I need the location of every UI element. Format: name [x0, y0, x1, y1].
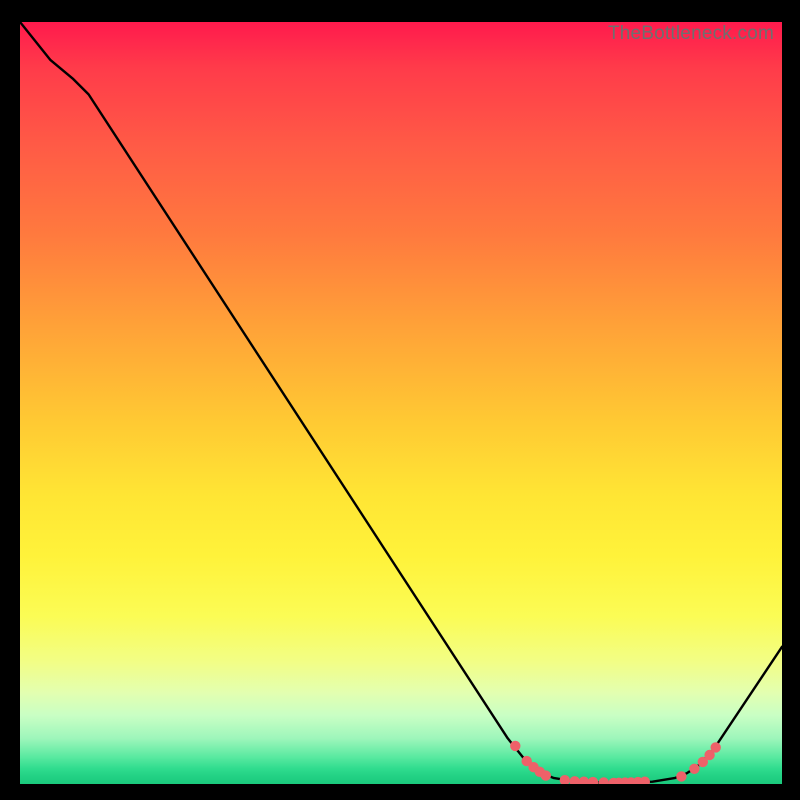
bottleneck-curve — [20, 22, 782, 783]
curve-marker — [640, 777, 650, 785]
curve-marker — [579, 777, 589, 785]
chart-svg — [20, 22, 782, 784]
curve-marker — [711, 742, 721, 752]
plot-area: TheBottleneck.com — [20, 22, 782, 784]
curve-marker — [541, 770, 551, 780]
curve-marker — [510, 741, 520, 751]
chart-frame: TheBottleneck.com — [0, 0, 800, 800]
curve-marker — [689, 764, 699, 774]
curve-marker — [676, 771, 686, 781]
curve-markers — [510, 741, 721, 784]
curve-marker — [560, 775, 570, 784]
curve-marker — [570, 776, 580, 784]
curve-marker — [588, 777, 598, 784]
curve-marker — [599, 777, 609, 784]
